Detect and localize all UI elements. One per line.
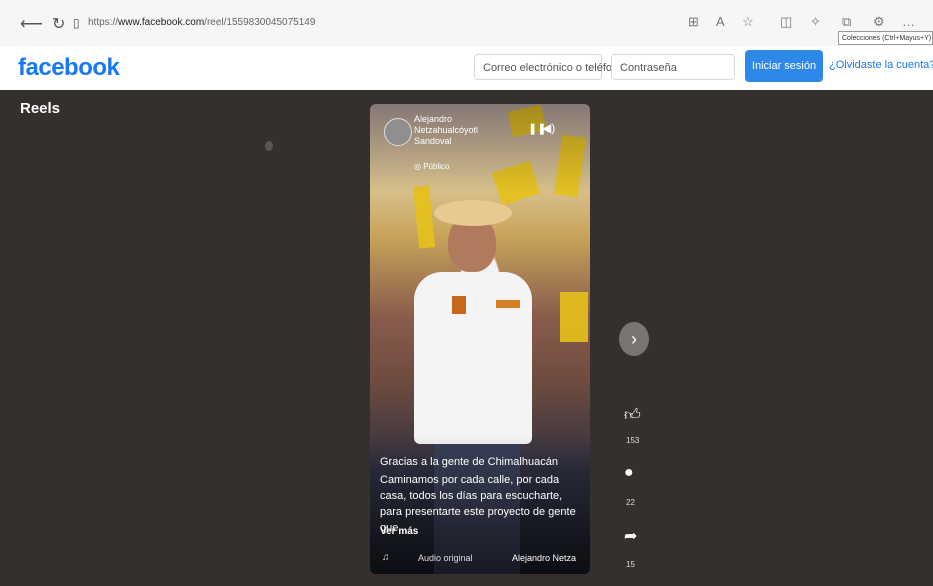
next-reel-button[interactable]: › [619, 322, 649, 356]
share-count: 15 [626, 560, 635, 569]
read-aloud-icon[interactable]: A [716, 14, 725, 29]
reels-viewer: Reels Alejandro Netzahualcóyotl Sandoval… [0, 90, 933, 586]
person-hat [434, 200, 512, 226]
chevron-right-icon: › [631, 329, 637, 349]
more-options-icon[interactable]: … [902, 14, 915, 29]
email-field[interactable]: Correo electrónico o teléfono [474, 54, 624, 80]
globe-icon: ◎ [414, 162, 424, 171]
music-icon: ♫ [382, 552, 390, 563]
like-count: 153 [626, 436, 640, 445]
page-info-icon[interactable]: ▯ [73, 16, 80, 30]
author-avatar[interactable] [384, 118, 412, 146]
shirt-name-tag [496, 300, 520, 308]
url-host: www.facebook.com [118, 17, 205, 28]
app-available-icon[interactable]: ⊞ [688, 14, 699, 30]
reel-video[interactable]: Alejandro Netzahualcóyotl Sandoval ◎ Púb… [370, 104, 590, 574]
split-screen-icon[interactable]: ◫ [780, 14, 792, 30]
reels-title: Reels [20, 100, 61, 117]
facebook-logo[interactable]: facebook [18, 54, 120, 82]
login-button[interactable]: Iniciar sesión [745, 50, 823, 82]
like-icon[interactable]: 👍︎ [624, 406, 641, 425]
browser-essentials-icon[interactable]: ⚙ [873, 14, 885, 30]
background-dot [265, 141, 273, 151]
facebook-header: facebook Correo electrónico o teléfono C… [0, 46, 933, 91]
collections-tooltip: Colecciones (Ctrl+Mayus+Y) [838, 31, 933, 45]
password-field[interactable]: Contraseña [611, 54, 735, 80]
favorite-star-icon[interactable]: ☆ [742, 14, 754, 30]
public-visibility: ◎ Público [414, 162, 449, 171]
address-bar[interactable]: https://www.facebook.com/reel/1559830045… [88, 17, 315, 28]
yellow-flag [412, 185, 436, 249]
reload-icon[interactable]: ↻ [52, 14, 65, 34]
see-more-link[interactable]: Ver más [380, 526, 418, 537]
url-path: /reel/1559830045075149 [204, 17, 316, 28]
person-shirt [414, 272, 532, 444]
audio-author[interactable]: Alejandro Netza [512, 553, 576, 563]
comment-count: 22 [626, 498, 635, 507]
volume-icon[interactable]: ◀) [542, 121, 555, 135]
yellow-flag [560, 292, 588, 342]
back-arrow-icon[interactable]: ⟵ [20, 14, 43, 34]
collections-icon[interactable]: ⧉ [842, 14, 851, 30]
shirt-badge [452, 296, 466, 314]
extensions-icon[interactable]: ✧ [810, 14, 821, 30]
audio-label[interactable]: Audio original [418, 553, 473, 563]
caption-title: Gracias a la gente de Chimalhuacán [380, 456, 558, 468]
share-icon[interactable]: ➦ [624, 526, 637, 546]
visibility-label: Público [423, 162, 450, 171]
browser-toolbar: ⟵ ↻ ▯ https://www.facebook.com/reel/1559… [0, 0, 933, 47]
url-prefix: https:// [88, 17, 119, 28]
author-name[interactable]: Alejandro Netzahualcóyotl Sandoval [414, 114, 484, 147]
comment-icon[interactable]: ● [624, 464, 634, 482]
forgot-account-link[interactable]: ¿Olvidaste la cuenta? [829, 59, 933, 71]
